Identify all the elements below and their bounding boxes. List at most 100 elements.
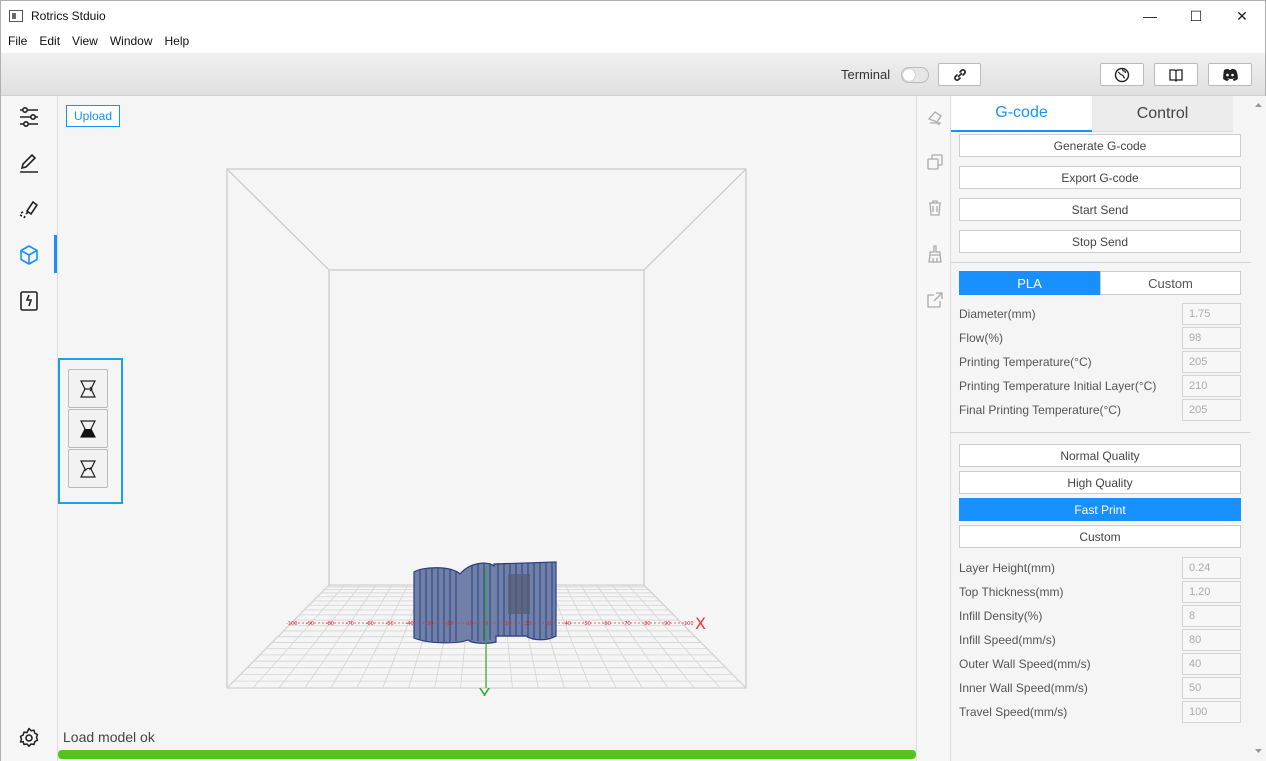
param-row: Infill Density(%) 8	[959, 605, 1241, 627]
param-row: Diameter(mm) 1.75	[959, 303, 1241, 325]
quality-normal-button[interactable]: Normal Quality	[959, 444, 1241, 467]
minimize-button[interactable]: —	[1127, 1, 1173, 31]
upload-button[interactable]: Upload	[66, 105, 120, 127]
ruler-tick-label: 90	[664, 621, 670, 627]
ruler-tick-label: 70	[624, 621, 630, 627]
panel-scrollbar[interactable]	[1251, 96, 1266, 761]
code-block-icon	[20, 291, 38, 311]
rotate-shape-icon	[80, 459, 96, 478]
sidebar-item-draw[interactable]	[13, 147, 45, 179]
maximize-button[interactable]: ☐	[1173, 1, 1219, 31]
param-input[interactable]: 210	[1182, 375, 1241, 397]
menu-window[interactable]: Window	[103, 31, 158, 53]
param-row: Printing Temperature Initial Layer(°C) 2…	[959, 375, 1241, 397]
move-tool-button[interactable]	[68, 369, 108, 408]
ruler-tick-label: 30	[545, 621, 551, 627]
param-input[interactable]: 98	[1182, 327, 1241, 349]
param-input[interactable]: 205	[1182, 399, 1241, 421]
param-input[interactable]: 1.20	[1182, 581, 1241, 603]
param-input[interactable]: 0.24	[1182, 557, 1241, 579]
param-input[interactable]: 100	[1182, 701, 1241, 723]
export-gcode-button[interactable]: Export G-code	[959, 166, 1241, 189]
quality-custom-button[interactable]: Custom	[959, 525, 1241, 548]
copy-icon	[927, 154, 943, 170]
right-panel: G-code Control Generate G-code Export G-…	[951, 96, 1251, 761]
active-indicator	[54, 235, 57, 273]
duplicate-button[interactable]	[925, 152, 945, 172]
ruler-tick-label: -90	[306, 621, 314, 627]
export-model-button[interactable]	[925, 290, 945, 310]
manual-button[interactable]	[1154, 63, 1198, 86]
material-selector: PLA Custom	[959, 271, 1241, 295]
param-label: Inner Wall Speed(mm/s)	[959, 681, 1088, 695]
param-input[interactable]: 1.75	[1182, 303, 1241, 325]
cube-icon	[20, 245, 38, 265]
generate-gcode-button[interactable]: Generate G-code	[959, 134, 1241, 157]
tab-control[interactable]: Control	[1092, 96, 1233, 132]
connect-button[interactable]	[938, 63, 981, 86]
param-input[interactable]: 80	[1182, 629, 1241, 651]
delete-button[interactable]	[925, 198, 945, 218]
ruler-tick-label: -50	[386, 621, 394, 627]
quality-fast-button[interactable]: Fast Print	[959, 498, 1241, 521]
website-button[interactable]	[1100, 63, 1144, 86]
link-icon	[953, 68, 966, 81]
settings-button[interactable]	[13, 722, 45, 754]
scale-tool-button[interactable]	[68, 409, 108, 448]
material-pla-tab[interactable]: PLA	[959, 271, 1100, 295]
ruler-tick-label: 40	[565, 621, 571, 627]
param-input[interactable]: 50	[1182, 677, 1241, 699]
ruler-tick-label: 20	[525, 621, 531, 627]
menu-bar: File Edit View Window Help	[1, 31, 1265, 53]
material-custom-tab[interactable]: Custom	[1100, 271, 1241, 295]
param-label: Flow(%)	[959, 331, 1003, 345]
laser-icon	[19, 200, 39, 219]
ruler-tick-label: -100	[286, 621, 297, 627]
ruler-tick-label: -40	[405, 621, 413, 627]
ruler-tick-label: -70	[346, 621, 354, 627]
sidebar-item-laser[interactable]	[13, 193, 45, 225]
top-toolbar: Terminal	[1, 53, 1265, 96]
ruler-tick-label: 60	[604, 621, 610, 627]
start-send-button[interactable]: Start Send	[959, 198, 1241, 221]
terminal-toggle[interactable]	[901, 67, 929, 83]
status-text: Load model ok	[63, 729, 155, 745]
close-button[interactable]: ✕	[1219, 1, 1265, 31]
3d-model[interactable]	[413, 561, 557, 644]
quality-high-button[interactable]: High Quality	[959, 471, 1241, 494]
app-icon	[9, 10, 23, 22]
param-input[interactable]: 205	[1182, 351, 1241, 373]
discord-button[interactable]	[1208, 63, 1252, 86]
external-link-icon	[927, 292, 943, 308]
3d-viewport[interactable]: -100 -90 -80 -70 -60 -50 -40 -30 -20 -10 0 10 20 30 40…	[58, 96, 916, 761]
menu-view[interactable]: View	[65, 31, 103, 53]
ruler-tick-label: 0	[485, 621, 488, 627]
param-label: Top Thickness(mm)	[959, 585, 1064, 599]
menu-help[interactable]: Help	[158, 31, 195, 53]
divider	[951, 432, 1251, 433]
ruler-tick-label: -60	[366, 621, 374, 627]
ruler-tick-label: 80	[644, 621, 650, 627]
pencil-icon	[20, 153, 38, 173]
ruler-tick-label: -30	[425, 621, 433, 627]
tab-gcode[interactable]: G-code	[951, 96, 1092, 132]
transform-tools-panel	[58, 358, 123, 504]
ruler-tick-label: 50	[585, 621, 591, 627]
clear-button[interactable]	[925, 244, 945, 264]
param-input[interactable]: 8	[1182, 605, 1241, 627]
stop-send-button[interactable]: Stop Send	[959, 230, 1241, 253]
progress-bar	[58, 750, 916, 759]
scroll-up-icon	[1255, 103, 1262, 107]
left-sidebar	[1, 96, 58, 761]
title-bar: Rotrics Stduio — ☐ ✕	[1, 1, 1265, 31]
sidebar-item-3d-print[interactable]	[13, 239, 45, 271]
layflat-button[interactable]	[925, 108, 945, 128]
sidebar-item-settings-sliders[interactable]	[13, 101, 45, 133]
menu-edit[interactable]: Edit	[32, 31, 65, 53]
scroll-down-icon	[1255, 749, 1262, 753]
param-input[interactable]: 40	[1182, 653, 1241, 675]
rotate-tool-button[interactable]	[68, 449, 108, 488]
book-icon	[1169, 68, 1183, 82]
sidebar-item-code[interactable]	[13, 285, 45, 317]
menu-file[interactable]: File	[1, 31, 32, 53]
